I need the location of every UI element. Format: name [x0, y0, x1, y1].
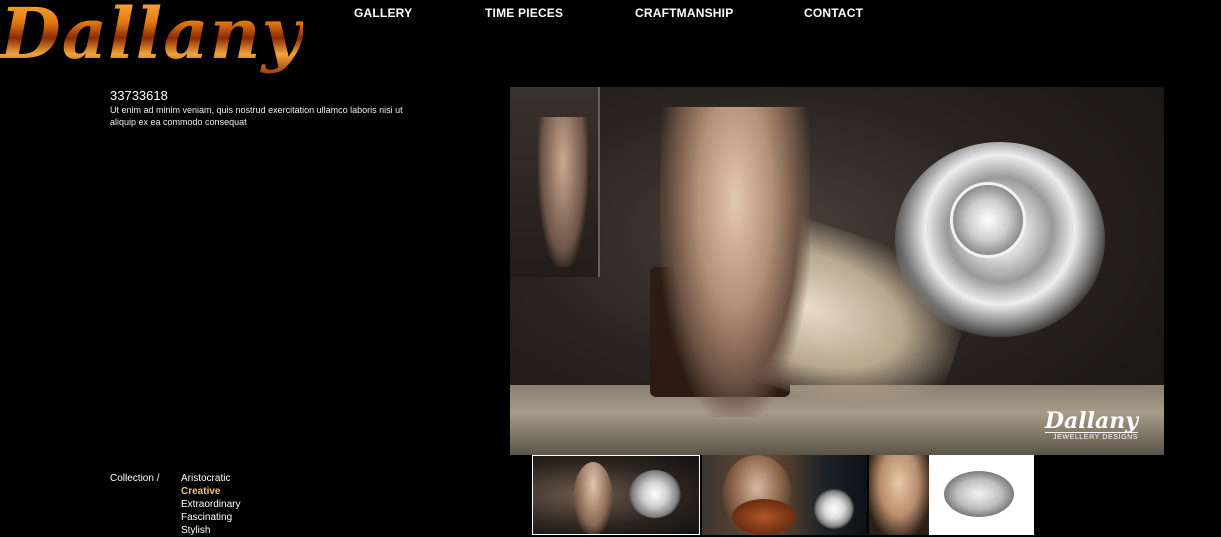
- main-nav: GALLERY TIME PIECES CRAFTMANSHIP CONTACT: [354, 6, 863, 20]
- product-description: Ut enim ad minim veniam, quis nostrud ex…: [110, 105, 403, 127]
- image-brand-name: Dallany: [1044, 408, 1138, 434]
- mirror-reflection: [538, 117, 588, 267]
- thumb-ring: [944, 471, 1014, 517]
- thumb-violin: [732, 499, 796, 535]
- thumb-ring: [814, 489, 854, 529]
- nav-contact[interactable]: CONTACT: [804, 6, 863, 20]
- nav-craftmanship[interactable]: CRAFTMANSHIP: [635, 6, 804, 20]
- collection-item-stylish[interactable]: Stylish: [181, 524, 240, 537]
- nav-time-pieces[interactable]: TIME PIECES: [485, 6, 635, 20]
- thumbnail-1-selected[interactable]: [532, 455, 700, 535]
- image-model: [660, 107, 810, 417]
- brand-logo[interactable]: Dallany: [0, 0, 303, 74]
- collection-list: Aristocratic Creative Extraordinary Fasc…: [181, 472, 240, 537]
- main-feature-image: Dallany JEWELLERY DESIGNS: [510, 87, 1164, 455]
- collection-label: Collection /: [110, 473, 160, 484]
- thumbnail-3[interactable]: [869, 455, 1034, 535]
- nav-gallery[interactable]: GALLERY: [354, 6, 485, 20]
- product-id: 33733618: [110, 88, 168, 103]
- image-brand-subtitle: JEWELLERY DESIGNS: [1044, 432, 1138, 441]
- thumb-model: [869, 455, 929, 535]
- thumb-model: [573, 462, 613, 534]
- collection-item-fascinating[interactable]: Fascinating: [181, 511, 240, 524]
- ring-diamond: [950, 182, 1026, 258]
- collection-item-aristocratic[interactable]: Aristocratic: [181, 472, 240, 485]
- thumb-ring: [629, 470, 681, 518]
- collection-item-extraordinary[interactable]: Extraordinary: [181, 498, 240, 511]
- image-brand-mark: Dallany JEWELLERY DESIGNS: [1044, 408, 1138, 441]
- image-mirror: [510, 87, 600, 277]
- thumbnail-2[interactable]: [702, 455, 867, 535]
- collection-item-creative[interactable]: Creative: [181, 485, 240, 498]
